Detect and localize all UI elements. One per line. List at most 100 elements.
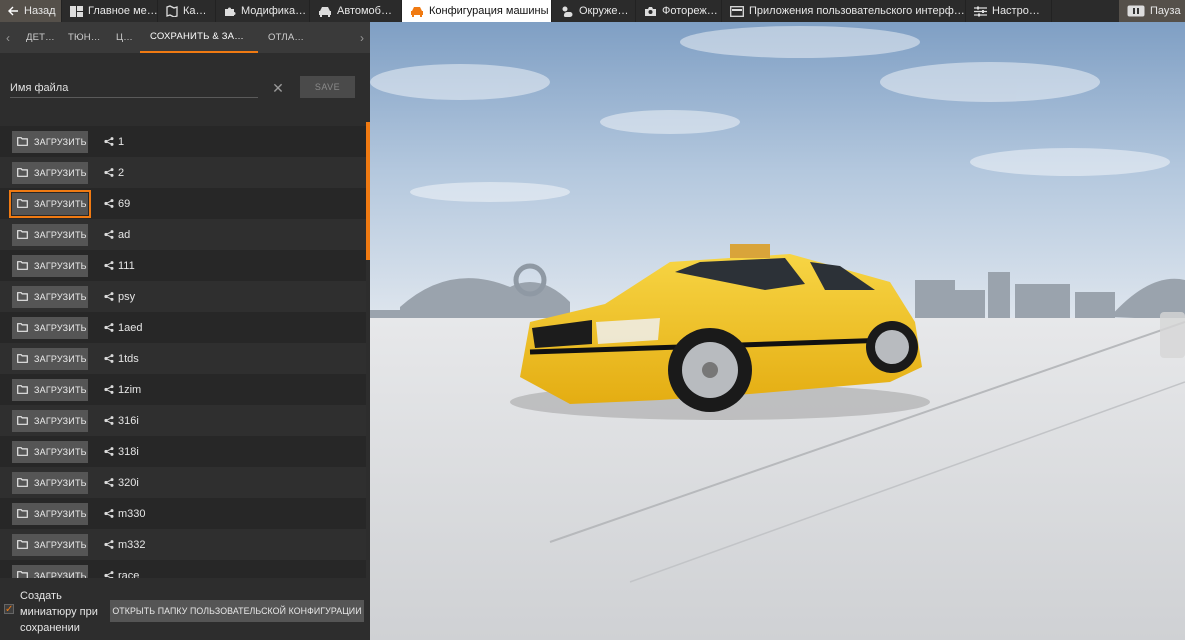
- config-name: m330: [118, 507, 146, 520]
- load-config-button[interactable]: ЗАГРУЗИТЬ: [12, 564, 88, 578]
- share-icon[interactable]: [104, 261, 114, 270]
- folder-icon: [17, 354, 28, 363]
- config-row: ЗАГРУЗИТЬ 316i: [0, 405, 366, 436]
- menu-settings[interactable]: Настро…: [966, 0, 1052, 22]
- share-icon[interactable]: [104, 292, 114, 301]
- share-icon[interactable]: [104, 571, 114, 578]
- folder-icon: [17, 385, 28, 394]
- back-button[interactable]: Назад: [0, 0, 62, 22]
- filename-input[interactable]: [10, 78, 258, 98]
- menu-main-menu[interactable]: Главное ме…: [62, 0, 158, 22]
- 3d-viewport[interactable]: [370, 22, 1185, 640]
- config-row: ЗАГРУЗИТЬ 69: [0, 188, 366, 219]
- menu-label: Ка…: [183, 5, 207, 17]
- tab-save-load[interactable]: СОХРАНИТЬ & ЗА…: [140, 22, 258, 53]
- load-config-button[interactable]: ЗАГРУЗИТЬ: [12, 130, 88, 153]
- load-config-button[interactable]: ЗАГРУЗИТЬ: [9, 189, 91, 218]
- config-name: 2: [118, 166, 125, 179]
- load-config-button[interactable]: ЗАГРУЗИТЬ: [12, 223, 88, 246]
- tabs-scroll-left-icon[interactable]: ‹: [0, 31, 16, 45]
- load-config-button[interactable]: ЗАГРУЗИТЬ: [12, 316, 88, 339]
- folder-icon: [17, 540, 28, 549]
- main-menu-icon: [70, 5, 83, 17]
- menu-ui-apps[interactable]: Приложения пользовательского интерф…: [722, 0, 966, 22]
- pause-button[interactable]: Пауза: [1119, 0, 1185, 22]
- load-config-label: ЗАГРУЗИТЬ: [34, 477, 87, 488]
- menu-vehicle-config[interactable]: Конфигурация машины: [402, 0, 552, 22]
- share-icon[interactable]: [104, 354, 114, 363]
- share-icon[interactable]: [104, 447, 114, 456]
- config-row: ЗАГРУЗИТЬ psy: [0, 281, 366, 312]
- back-label: Назад: [24, 5, 56, 17]
- load-config-label: ЗАГРУЗИТЬ: [34, 229, 87, 240]
- config-name: 1aed: [118, 321, 143, 334]
- load-config-button[interactable]: ЗАГРУЗИТЬ: [12, 440, 88, 463]
- config-row: ЗАГРУЗИТЬ 1tds: [0, 343, 366, 374]
- load-config-button[interactable]: ЗАГРУЗИТЬ: [12, 502, 88, 525]
- load-config-label: ЗАГРУЗИТЬ: [34, 291, 87, 302]
- config-name: 316i: [118, 414, 139, 427]
- load-config-button[interactable]: ЗАГРУЗИТЬ: [12, 378, 88, 401]
- share-icon[interactable]: [104, 385, 114, 394]
- load-config-button[interactable]: ЗАГРУЗИТЬ: [12, 533, 88, 556]
- tab-parts[interactable]: ДЕТ…: [16, 22, 58, 53]
- menu-label: Настро…: [992, 5, 1040, 17]
- config-row: ЗАГРУЗИТЬ race: [0, 560, 366, 578]
- load-config-button[interactable]: ЗАГРУЗИТЬ: [12, 347, 88, 370]
- clear-icon[interactable]: ✕: [270, 80, 286, 96]
- menu-label: Модифика…: [241, 5, 307, 17]
- config-row: ЗАГРУЗИТЬ 1: [0, 126, 366, 157]
- config-footer: ✓ Создать миниатюру при сохранении ОТКРЫ…: [0, 582, 370, 640]
- tab-tuning[interactable]: ТЮН…: [58, 22, 106, 53]
- share-icon[interactable]: [104, 168, 114, 177]
- load-config-label: ЗАГРУЗИТЬ: [34, 198, 87, 209]
- open-config-folder-button[interactable]: ОТКРЫТЬ ПАПКУ ПОЛЬЗОВАТЕЛЬСКОЙ КОНФИГУРА…: [110, 600, 364, 622]
- config-row: ЗАГРУЗИТЬ 1zim: [0, 374, 366, 405]
- config-row: ЗАГРУЗИТЬ ad: [0, 219, 366, 250]
- share-icon[interactable]: [104, 540, 114, 549]
- load-config-label: ЗАГРУЗИТЬ: [34, 167, 87, 178]
- load-config-button[interactable]: ЗАГРУЗИТЬ: [12, 285, 88, 308]
- menu-photo-mode[interactable]: Фотореж…: [636, 0, 722, 22]
- folder-icon: [17, 230, 28, 239]
- share-icon[interactable]: [104, 478, 114, 487]
- game-ui-root: Назад Главное ме… Ка… Модифика… Автомоб……: [0, 0, 1185, 640]
- share-icon[interactable]: [104, 137, 114, 146]
- weather-icon: [562, 6, 573, 17]
- config-tabs: ‹ ДЕТ… ТЮН… Ц… СОХРАНИТЬ & ЗА… ОТЛА… ›: [0, 22, 370, 53]
- menu-vehicles[interactable]: Автомоб…: [310, 0, 402, 22]
- folder-icon: [17, 571, 28, 578]
- menu-map[interactable]: Ка…: [158, 0, 216, 22]
- arrow-left-icon: [8, 6, 18, 16]
- config-list: ЗАГРУЗИТЬ 1 ЗАГРУЗИТЬ 2 ЗАГРУЗИТЬ 69 ЗАГРУЗИТЬ…: [0, 126, 366, 578]
- car-config-icon: [411, 6, 423, 17]
- share-icon[interactable]: [104, 230, 114, 239]
- config-name: m332: [118, 538, 146, 551]
- config-name: 1: [118, 135, 125, 148]
- load-config-label: ЗАГРУЗИТЬ: [34, 539, 87, 550]
- share-icon[interactable]: [104, 199, 114, 208]
- load-config-button[interactable]: ЗАГРУЗИТЬ: [12, 409, 88, 432]
- tab-debug[interactable]: ОТЛА…: [258, 22, 314, 53]
- scene-render: [370, 22, 1185, 640]
- tabs-scroll-right-icon[interactable]: ›: [354, 31, 370, 45]
- menu-mods[interactable]: Модифика…: [216, 0, 310, 22]
- load-config-button[interactable]: ЗАГРУЗИТЬ: [12, 161, 88, 184]
- pause-icon: [1127, 5, 1145, 17]
- tab-paint[interactable]: Ц…: [106, 22, 140, 53]
- load-config-label: ЗАГРУЗИТЬ: [34, 353, 87, 364]
- folder-icon: [17, 292, 28, 301]
- save-row: ✕ SAVE: [0, 66, 370, 108]
- save-button[interactable]: SAVE: [300, 76, 355, 98]
- share-icon[interactable]: [104, 509, 114, 518]
- menu-environment[interactable]: Окруже…: [552, 0, 636, 22]
- config-name: 1tds: [118, 352, 139, 365]
- share-icon[interactable]: [104, 416, 114, 425]
- menu-label: Главное ме…: [88, 5, 158, 17]
- load-config-button[interactable]: ЗАГРУЗИТЬ: [12, 471, 88, 494]
- apps-icon: [730, 5, 744, 17]
- thumbnail-checkbox[interactable]: ✓: [4, 604, 14, 615]
- load-config-label: ЗАГРУЗИТЬ: [34, 260, 87, 271]
- load-config-button[interactable]: ЗАГРУЗИТЬ: [12, 254, 88, 277]
- share-icon[interactable]: [104, 323, 114, 332]
